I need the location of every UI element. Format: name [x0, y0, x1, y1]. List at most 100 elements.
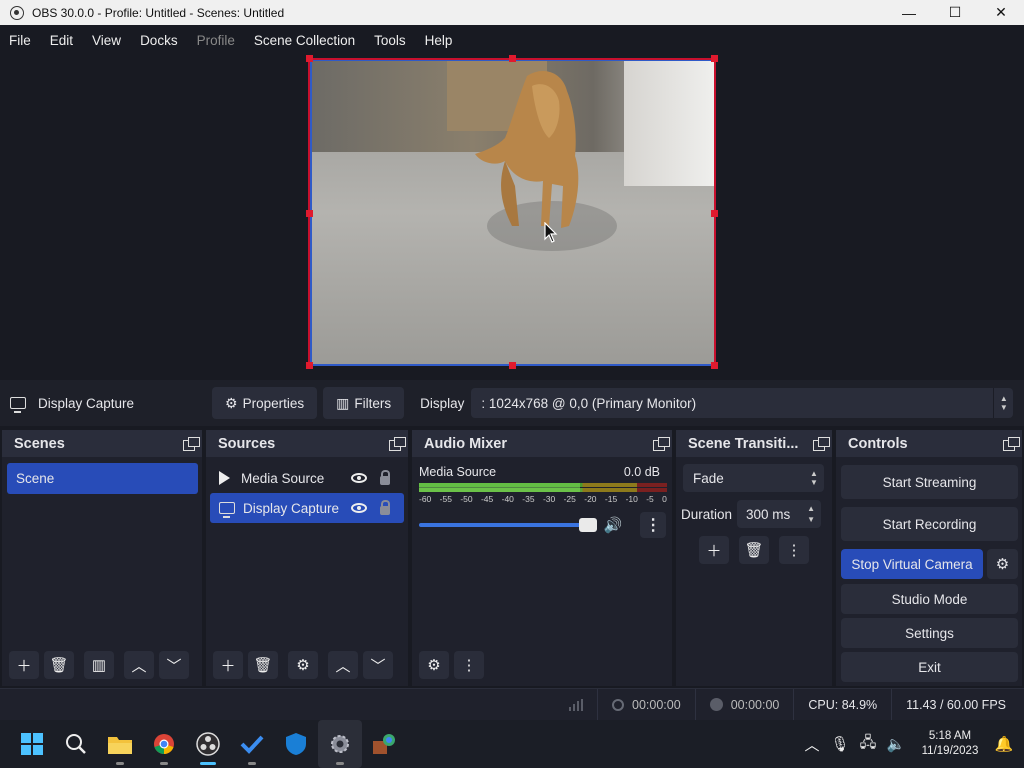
- start-recording-button[interactable]: Start Recording: [841, 507, 1018, 541]
- float-dock-icon[interactable]: [1003, 437, 1020, 451]
- volume-icon[interactable]: 🔈: [882, 735, 910, 753]
- exit-button[interactable]: Exit: [841, 652, 1018, 682]
- advanced-audio-button[interactable]: ⚙: [419, 651, 449, 679]
- mixer-menu-button[interactable]: ⋮: [454, 651, 484, 679]
- meter-tick: -15: [604, 494, 618, 504]
- remove-scene-button[interactable]: 🗑: [44, 651, 74, 679]
- close-button[interactable]: ✕: [978, 0, 1024, 25]
- source-item-media[interactable]: Media Source: [210, 463, 404, 493]
- duration-input[interactable]: 300 ms ▲ ▼: [737, 500, 822, 528]
- clock-date: 11/19/2023: [921, 745, 979, 757]
- audio-mixer-title: Audio Mixer: [424, 435, 507, 452]
- obs-taskbar-button[interactable]: [186, 720, 230, 768]
- todo-button[interactable]: [230, 720, 274, 768]
- eye-icon[interactable]: [351, 473, 367, 483]
- move-scene-up-button[interactable]: ︿: [124, 651, 154, 679]
- remove-source-button[interactable]: 🗑: [248, 651, 278, 679]
- add-source-button[interactable]: ＋: [213, 651, 243, 679]
- volume-slider[interactable]: [419, 518, 597, 532]
- menu-scene-collection[interactable]: Scene Collection: [245, 33, 365, 48]
- speaker-icon[interactable]: 🔊: [604, 516, 623, 534]
- float-dock-icon[interactable]: [183, 437, 200, 451]
- move-scene-down-button[interactable]: ﹀: [159, 651, 189, 679]
- clock-time: 5:18 AM: [928, 730, 972, 742]
- source-item-display[interactable]: Display Capture: [210, 493, 404, 523]
- notification-bell-icon[interactable]: 🔔: [990, 735, 1018, 753]
- transition-menu-button[interactable]: ⋮: [779, 536, 809, 564]
- controls-title: Controls: [848, 435, 908, 452]
- resize-handle-l[interactable]: [306, 210, 313, 217]
- selected-source-name: Display Capture: [38, 395, 135, 411]
- stop-virtual-camera-button[interactable]: Stop Virtual Camera: [841, 549, 983, 579]
- dog-image: [475, 71, 579, 228]
- scene-filters-button[interactable]: ▥: [84, 651, 114, 679]
- float-dock-icon[interactable]: [653, 437, 670, 451]
- maximize-button[interactable]: ☐: [932, 0, 978, 25]
- menu-profile[interactable]: Profile: [188, 33, 245, 48]
- move-source-down-button[interactable]: ﹀: [363, 651, 393, 679]
- float-dock-icon[interactable]: [813, 437, 830, 451]
- settings-app-button[interactable]: [318, 720, 362, 768]
- defender-button[interactable]: [274, 720, 318, 768]
- display-capture-icon: [10, 397, 26, 413]
- properties-button[interactable]: ⚙ Properties: [212, 387, 318, 419]
- virtual-camera-settings-button[interactable]: ⚙: [987, 549, 1018, 579]
- file-explorer-button[interactable]: [98, 720, 142, 768]
- chrome-icon: [154, 734, 174, 754]
- resize-handle-r[interactable]: [711, 210, 718, 217]
- minimize-button[interactable]: —: [886, 0, 932, 25]
- clock[interactable]: 5:18 AM 11/19/2023: [910, 729, 990, 759]
- filters-button[interactable]: ▥ Filters: [323, 387, 405, 419]
- transition-select[interactable]: Fade ▲ ▼: [683, 464, 824, 492]
- preview-canvas[interactable]: [0, 55, 1024, 380]
- gears-icon: ⚙: [427, 657, 441, 674]
- filter-icon: ▥: [336, 394, 350, 411]
- add-transition-button[interactable]: ＋: [699, 536, 729, 564]
- lock-icon[interactable]: [380, 469, 390, 485]
- meter-tick: -40: [501, 494, 514, 504]
- menu-edit[interactable]: Edit: [41, 33, 83, 48]
- microphone-icon[interactable]: 🎙: [826, 735, 854, 753]
- menu-view[interactable]: View: [83, 33, 131, 48]
- volume-slider-handle[interactable]: [578, 518, 597, 532]
- menu-tools[interactable]: Tools: [365, 33, 416, 48]
- resize-handle-b[interactable]: [509, 362, 516, 369]
- plus-icon: ＋: [16, 657, 32, 675]
- play-icon: [219, 471, 230, 485]
- resize-handle-tl[interactable]: [306, 55, 313, 62]
- studio-mode-button[interactable]: Studio Mode: [841, 584, 1018, 614]
- app-button[interactable]: [362, 720, 406, 768]
- chevron-up-icon[interactable]: ︿: [798, 734, 826, 755]
- move-source-up-button[interactable]: ︿: [328, 651, 358, 679]
- spinner-icon[interactable]: ▲ ▼: [803, 500, 819, 528]
- settings-button[interactable]: Settings: [841, 618, 1018, 648]
- resize-handle-t[interactable]: [509, 55, 516, 62]
- float-dock-icon[interactable]: [389, 437, 406, 451]
- checkmark-icon: [240, 735, 264, 754]
- recording-icon: [709, 698, 723, 711]
- obs-app-icon: [10, 5, 24, 20]
- resize-handle-tr[interactable]: [711, 55, 718, 62]
- channel-menu-button[interactable]: ⋮: [640, 512, 666, 538]
- scene-item[interactable]: Scene: [7, 463, 198, 494]
- chrome-button[interactable]: [142, 720, 186, 768]
- menu-docks[interactable]: Docks: [131, 33, 188, 48]
- search-button[interactable]: [54, 720, 98, 768]
- menu-help[interactable]: Help: [416, 33, 463, 48]
- remove-transition-button[interactable]: 🗑: [739, 536, 769, 564]
- resize-handle-br[interactable]: [711, 362, 718, 369]
- menu-file[interactable]: File: [0, 33, 41, 48]
- lock-icon[interactable]: [380, 499, 390, 515]
- filter-icon: ▥: [91, 657, 107, 674]
- start-streaming-button[interactable]: Start Streaming: [841, 465, 1018, 499]
- windows-taskbar: ︿ 🎙 🖧 🔈 5:18 AM 11/19/2023 🔔: [0, 720, 1024, 768]
- preview-video-frame[interactable]: [310, 59, 716, 366]
- start-button[interactable]: [10, 720, 54, 768]
- display-select[interactable]: : 1024x768 @ 0,0 (Primary Monitor) ▲ ▼: [471, 388, 1014, 418]
- add-scene-button[interactable]: ＋: [9, 651, 39, 679]
- resize-handle-bl[interactable]: [306, 362, 313, 369]
- network-icon[interactable]: 🖧: [854, 732, 882, 757]
- eye-icon[interactable]: [351, 503, 367, 513]
- obs-icon: [196, 732, 220, 756]
- source-properties-button[interactable]: ⚙: [288, 651, 318, 679]
